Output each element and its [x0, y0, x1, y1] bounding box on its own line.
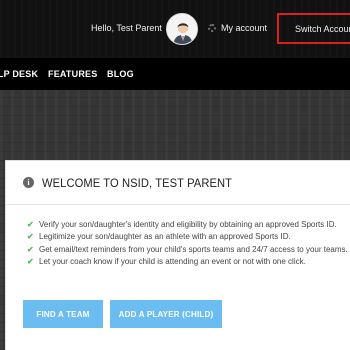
check-icon: ✔ [27, 244, 34, 254]
list-item-text: Get email/text reminders from your child… [39, 244, 348, 254]
check-icon: ✔ [27, 257, 34, 267]
user-avatar[interactable] [166, 13, 198, 45]
my-account-label: My account [221, 23, 268, 33]
check-icon: ✔ [27, 219, 34, 229]
list-item: ✔ Legitimize your son/daughter as an athl… [27, 231, 348, 244]
top-header: Hello, Test Parent My account Switch Acc… [0, 0, 350, 58]
add-player-button[interactable]: ADD A PLAYER (CHILD) [110, 300, 222, 328]
find-team-button[interactable]: FIND A TEAM [23, 300, 103, 328]
nav-features[interactable]: FEATURES [48, 69, 97, 79]
gear-icon [208, 24, 216, 32]
avatar-icon [167, 14, 197, 44]
list-item: ✔ Get email/text reminders from your chil… [27, 243, 348, 256]
switch-account-label: Switch Account [295, 23, 350, 34]
info-icon: i [23, 177, 34, 188]
nav-blog[interactable]: BLOG [107, 69, 134, 79]
greeting-text: Hello, Test Parent [91, 23, 162, 33]
list-item-text: Legitimize your son/daughter as an athle… [39, 232, 291, 242]
list-item-text: Let your coach know if your child is att… [39, 257, 306, 267]
benefit-list: ✔ Verify your son/daughter's identity and… [27, 218, 348, 268]
welcome-card: i WELCOME TO NSID, TEST PARENT ✔ Verify y… [5, 160, 350, 350]
check-icon: ✔ [27, 232, 34, 242]
nav-help-desk[interactable]: HELP DESK [0, 69, 38, 79]
switch-account-button[interactable]: Switch Account [277, 13, 350, 44]
list-item: ✔ Let your coach know if your child is at… [27, 256, 348, 269]
my-account-link[interactable]: My account [208, 22, 267, 34]
card-title: WELCOME TO NSID, TEST PARENT [42, 175, 233, 190]
main-nav: HELP DESK FEATURES BLOG [0, 58, 350, 90]
card-header: i WELCOME TO NSID, TEST PARENT [6, 161, 350, 205]
list-item: ✔ Verify your son/daughter's identity and… [27, 218, 348, 231]
list-item-text: Verify your son/daughter's identity and … [39, 219, 337, 229]
